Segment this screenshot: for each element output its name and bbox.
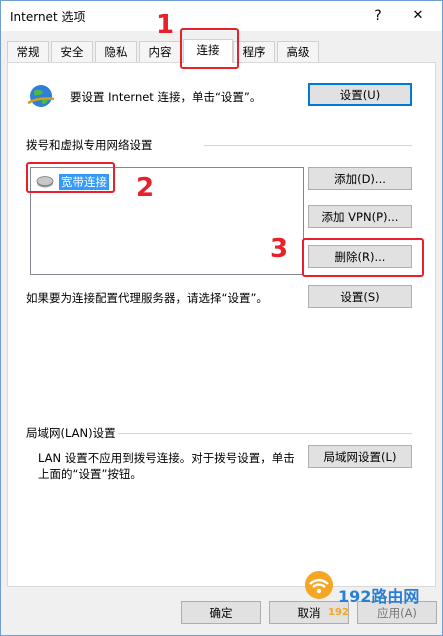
setup-button[interactable]: 设置(U) bbox=[308, 83, 412, 106]
title-bar: Internet 选项 ? ✕ bbox=[1, 1, 442, 31]
tab-security[interactable]: 安全 bbox=[51, 41, 93, 62]
tab-general[interactable]: 常规 bbox=[7, 41, 49, 62]
dialup-heading: 拨号和虚拟专用网络设置 bbox=[26, 138, 153, 152]
lan-heading: 局域网(LAN)设置 bbox=[26, 426, 116, 440]
lan-description-line1: LAN 设置不应用到拨号连接。对于拨号设置，单击 bbox=[38, 451, 295, 465]
ok-button[interactable]: 确定 bbox=[181, 601, 261, 624]
globe-icon bbox=[27, 85, 55, 107]
lan-description-line2: 上面的“设置”按钮。 bbox=[38, 467, 142, 481]
tab-programs[interactable]: 程序 bbox=[233, 41, 275, 62]
tab-content[interactable]: 内容 bbox=[139, 41, 181, 62]
connections-panel: 要设置 Internet 连接，单击“设置”。 设置(U) 拨号和虚拟专用网络设… bbox=[7, 62, 436, 587]
help-button[interactable]: ? bbox=[366, 5, 390, 27]
tab-privacy[interactable]: 隐私 bbox=[95, 41, 137, 62]
proxy-description: 如果要为连接配置代理服务器，请选择“设置”。 bbox=[26, 291, 268, 305]
wifi-logo-icon bbox=[305, 571, 333, 599]
add-vpn-button[interactable]: 添加 VPN(P)... bbox=[308, 205, 412, 228]
tab-connections[interactable]: 连接 bbox=[183, 39, 233, 63]
step3-highlight bbox=[302, 238, 424, 277]
tab-strip: 常规 安全 隐私 内容 连接 程序 高级 bbox=[1, 39, 442, 63]
window-title: Internet 选项 bbox=[10, 10, 86, 24]
close-button[interactable]: ✕ bbox=[406, 5, 430, 27]
dialup-settings-button[interactable]: 设置(S) bbox=[308, 285, 412, 308]
tab-advanced[interactable]: 高级 bbox=[277, 41, 319, 62]
lan-settings-button[interactable]: 局域网设置(L) bbox=[308, 445, 412, 468]
step2-label: 2 bbox=[136, 173, 155, 203]
step2-highlight bbox=[26, 162, 115, 193]
lan-separator bbox=[118, 433, 412, 434]
setup-description: 要设置 Internet 连接，单击“设置”。 bbox=[70, 90, 262, 104]
watermark-brand: 192路由网 bbox=[338, 587, 420, 606]
step3-label: 3 bbox=[270, 234, 289, 264]
dialup-separator bbox=[204, 145, 412, 146]
add-button[interactable]: 添加(D)... bbox=[308, 167, 412, 190]
watermark-host: 192 bbox=[328, 607, 349, 618]
step1-label: 1 bbox=[156, 10, 175, 40]
internet-options-dialog: Internet 选项 ? ✕ 常规 安全 隐私 内容 连接 程序 高级 要设置… bbox=[0, 0, 443, 636]
